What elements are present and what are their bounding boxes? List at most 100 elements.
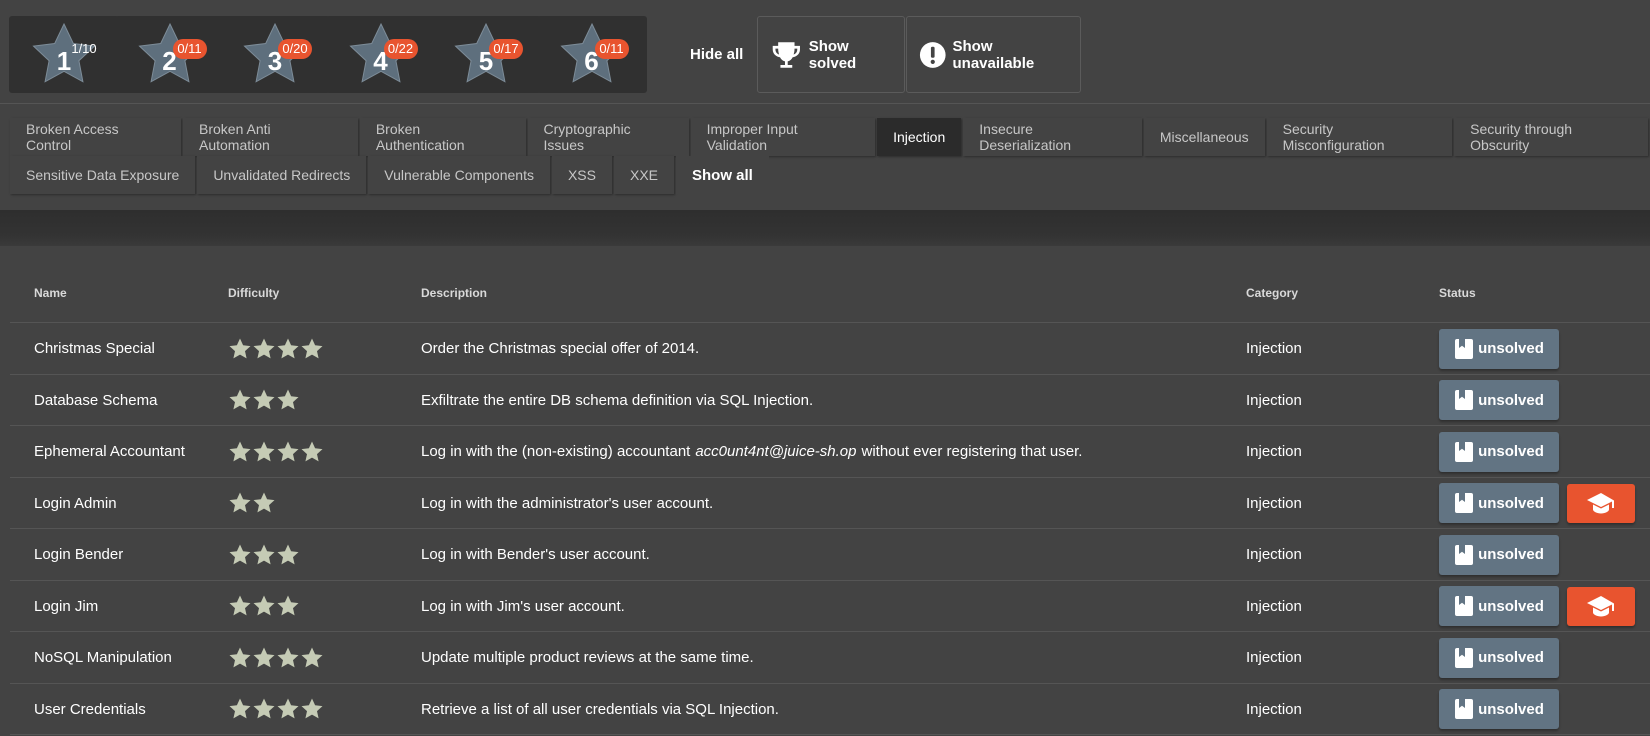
star-icon xyxy=(229,544,251,564)
description-text: Log in with the (non-existing) accountan… xyxy=(421,443,691,460)
difficulty-stars xyxy=(228,581,300,632)
progress-badge: 0/11 xyxy=(172,39,207,59)
header-status[interactable]: Status xyxy=(1439,286,1476,300)
description-email: acc0unt4nt@juice-sh.op xyxy=(695,443,857,460)
description-text: Log in with the administrator's user acc… xyxy=(421,494,714,512)
status-button[interactable]: unsolved xyxy=(1439,586,1559,626)
divider xyxy=(0,103,1650,104)
divider-band xyxy=(0,210,1650,246)
difficulty-filter-5[interactable]: 5 0/17 xyxy=(431,16,541,93)
category-tab-sensitive-data-exposure[interactable]: Sensitive Data Exposure xyxy=(10,156,196,194)
category-tab-security-through-obscurity[interactable]: Security through Obscurity xyxy=(1454,118,1649,156)
star-icon xyxy=(229,441,251,461)
challenge-category: Injection xyxy=(1246,546,1302,563)
difficulty-level: 1 xyxy=(56,46,72,76)
difficulty-filter-4[interactable]: 4 0/22 xyxy=(325,16,436,93)
status-label: unsolved xyxy=(1478,700,1544,718)
star-icon xyxy=(229,698,251,719)
status-cell: unsolved xyxy=(1439,529,1559,580)
challenge-category: Injection xyxy=(1246,494,1302,512)
difficulty-level: 3 xyxy=(267,46,283,76)
star-icon xyxy=(229,492,251,513)
star-icon xyxy=(301,647,323,667)
status-button[interactable]: unsolved xyxy=(1439,637,1559,678)
show-solved-label: Show solved xyxy=(808,37,857,72)
bookmark-icon xyxy=(1455,338,1474,359)
difficulty-stars xyxy=(228,684,324,735)
status-label: unsolved xyxy=(1478,443,1544,460)
category-tab-broken-access-control[interactable]: Broken Access Control xyxy=(10,118,181,156)
challenge-category: Injection xyxy=(1246,649,1302,666)
category-tab-xxe[interactable]: XXE xyxy=(613,156,674,194)
star-icon xyxy=(253,698,275,719)
status-cell: unsolved xyxy=(1439,426,1559,477)
table-body: Christmas Special Order the Christmas sp… xyxy=(10,323,1650,735)
difficulty-filter-bar: 1 1/10 2 0/11 3 0/20 4 0/22 5 0/17 6 0/1… xyxy=(0,0,1650,104)
difficulty-filter-3[interactable]: 3 0/20 xyxy=(220,16,330,93)
status-cell: unsolved xyxy=(1439,323,1559,374)
header-difficulty[interactable]: Difficulty xyxy=(228,286,279,300)
category-tab-injection[interactable]: Injection xyxy=(877,118,962,156)
bookmark-icon xyxy=(1455,647,1474,668)
status-label: unsolved xyxy=(1478,546,1544,563)
category-tab-broken-authentication[interactable]: Broken Authentication xyxy=(359,118,526,156)
star-icon xyxy=(253,441,275,461)
challenge-description: Retrieve a list of all user credentials … xyxy=(421,684,779,735)
challenge-category: Injection xyxy=(1246,391,1302,409)
bookmark-icon xyxy=(1455,390,1474,410)
bookmark-icon xyxy=(1455,441,1474,462)
table-row: Ephemeral Accountant Log in with the (no… xyxy=(10,426,1650,478)
show-all-categories-button[interactable]: Show all xyxy=(676,156,769,194)
progress-badge: 0/11 xyxy=(594,39,629,59)
status-cell: unsolved xyxy=(1439,684,1559,735)
header-name[interactable]: Name xyxy=(34,286,67,300)
category-tab-insecure-deserialization[interactable]: Insecure Deserialization xyxy=(963,118,1142,156)
status-button[interactable]: unsolved xyxy=(1439,431,1559,472)
difficulty-level: 4 xyxy=(373,46,388,76)
star-icon xyxy=(301,698,323,719)
bookmark-icon xyxy=(1455,596,1474,616)
category-tab-unvalidated-redirects[interactable]: Unvalidated Redirects xyxy=(197,156,367,194)
progress-badge: 1/10 xyxy=(71,41,97,56)
header-category[interactable]: Category xyxy=(1246,286,1298,300)
challenge-name: Database Schema xyxy=(34,391,158,409)
difficulty-stars xyxy=(228,632,324,683)
challenge-name: Ephemeral Accountant xyxy=(34,443,185,460)
status-button[interactable]: unsolved xyxy=(1439,380,1559,420)
star-icon xyxy=(253,595,275,616)
show-unavailable-button[interactable]: Show unavailable xyxy=(906,16,1081,93)
category-tab-xss[interactable]: XSS xyxy=(551,156,612,194)
status-button[interactable]: unsolved xyxy=(1439,483,1559,523)
show-solved-button[interactable]: Show solved xyxy=(757,16,905,93)
hint-button[interactable] xyxy=(1567,483,1635,523)
difficulty-filter-6[interactable]: 6 0/11 xyxy=(536,16,647,93)
status-cell: unsolved xyxy=(1439,632,1559,683)
star-icon xyxy=(277,647,299,667)
status-button[interactable]: unsolved xyxy=(1439,328,1559,369)
progress-badge: 0/17 xyxy=(489,39,523,59)
status-cell: unsolved xyxy=(1439,581,1559,632)
hint-button[interactable] xyxy=(1567,586,1635,626)
exclamation-circle-icon xyxy=(919,41,946,68)
star-icon xyxy=(277,338,299,358)
difficulty-filter-2[interactable]: 2 0/11 xyxy=(114,16,225,93)
category-row-1: Broken Access Control Broken Anti Automat… xyxy=(10,118,1650,156)
star-icon xyxy=(253,338,275,358)
bookmark-icon xyxy=(1455,493,1474,513)
status-label: unsolved xyxy=(1478,340,1544,357)
difficulty-level: 2 xyxy=(162,46,177,76)
description-text: Order the Christmas special offer of 201… xyxy=(421,340,700,357)
category-tab-vulnerable-components[interactable]: Vulnerable Components xyxy=(368,156,550,194)
category-tab-miscellaneous[interactable]: Miscellaneous xyxy=(1143,118,1265,156)
category-tab-broken-anti-automation[interactable]: Broken Anti Automation xyxy=(183,118,358,156)
star-icon xyxy=(229,595,251,616)
category-tab-cryptographic-issues[interactable]: Cryptographic Issues xyxy=(527,118,689,156)
status-button[interactable]: unsolved xyxy=(1439,689,1559,729)
difficulty-filter-1[interactable]: 1 1/10 xyxy=(9,16,119,93)
hide-all-button[interactable]: Hide all xyxy=(690,46,743,63)
category-tab-improper-input-validation[interactable]: Improper Input Validation xyxy=(690,118,876,156)
progress-badge: 0/20 xyxy=(278,39,312,59)
category-tab-security-misconfiguration[interactable]: Security Misconfiguration xyxy=(1266,118,1453,156)
star-icon xyxy=(229,647,251,667)
status-button[interactable]: unsolved xyxy=(1439,534,1559,575)
